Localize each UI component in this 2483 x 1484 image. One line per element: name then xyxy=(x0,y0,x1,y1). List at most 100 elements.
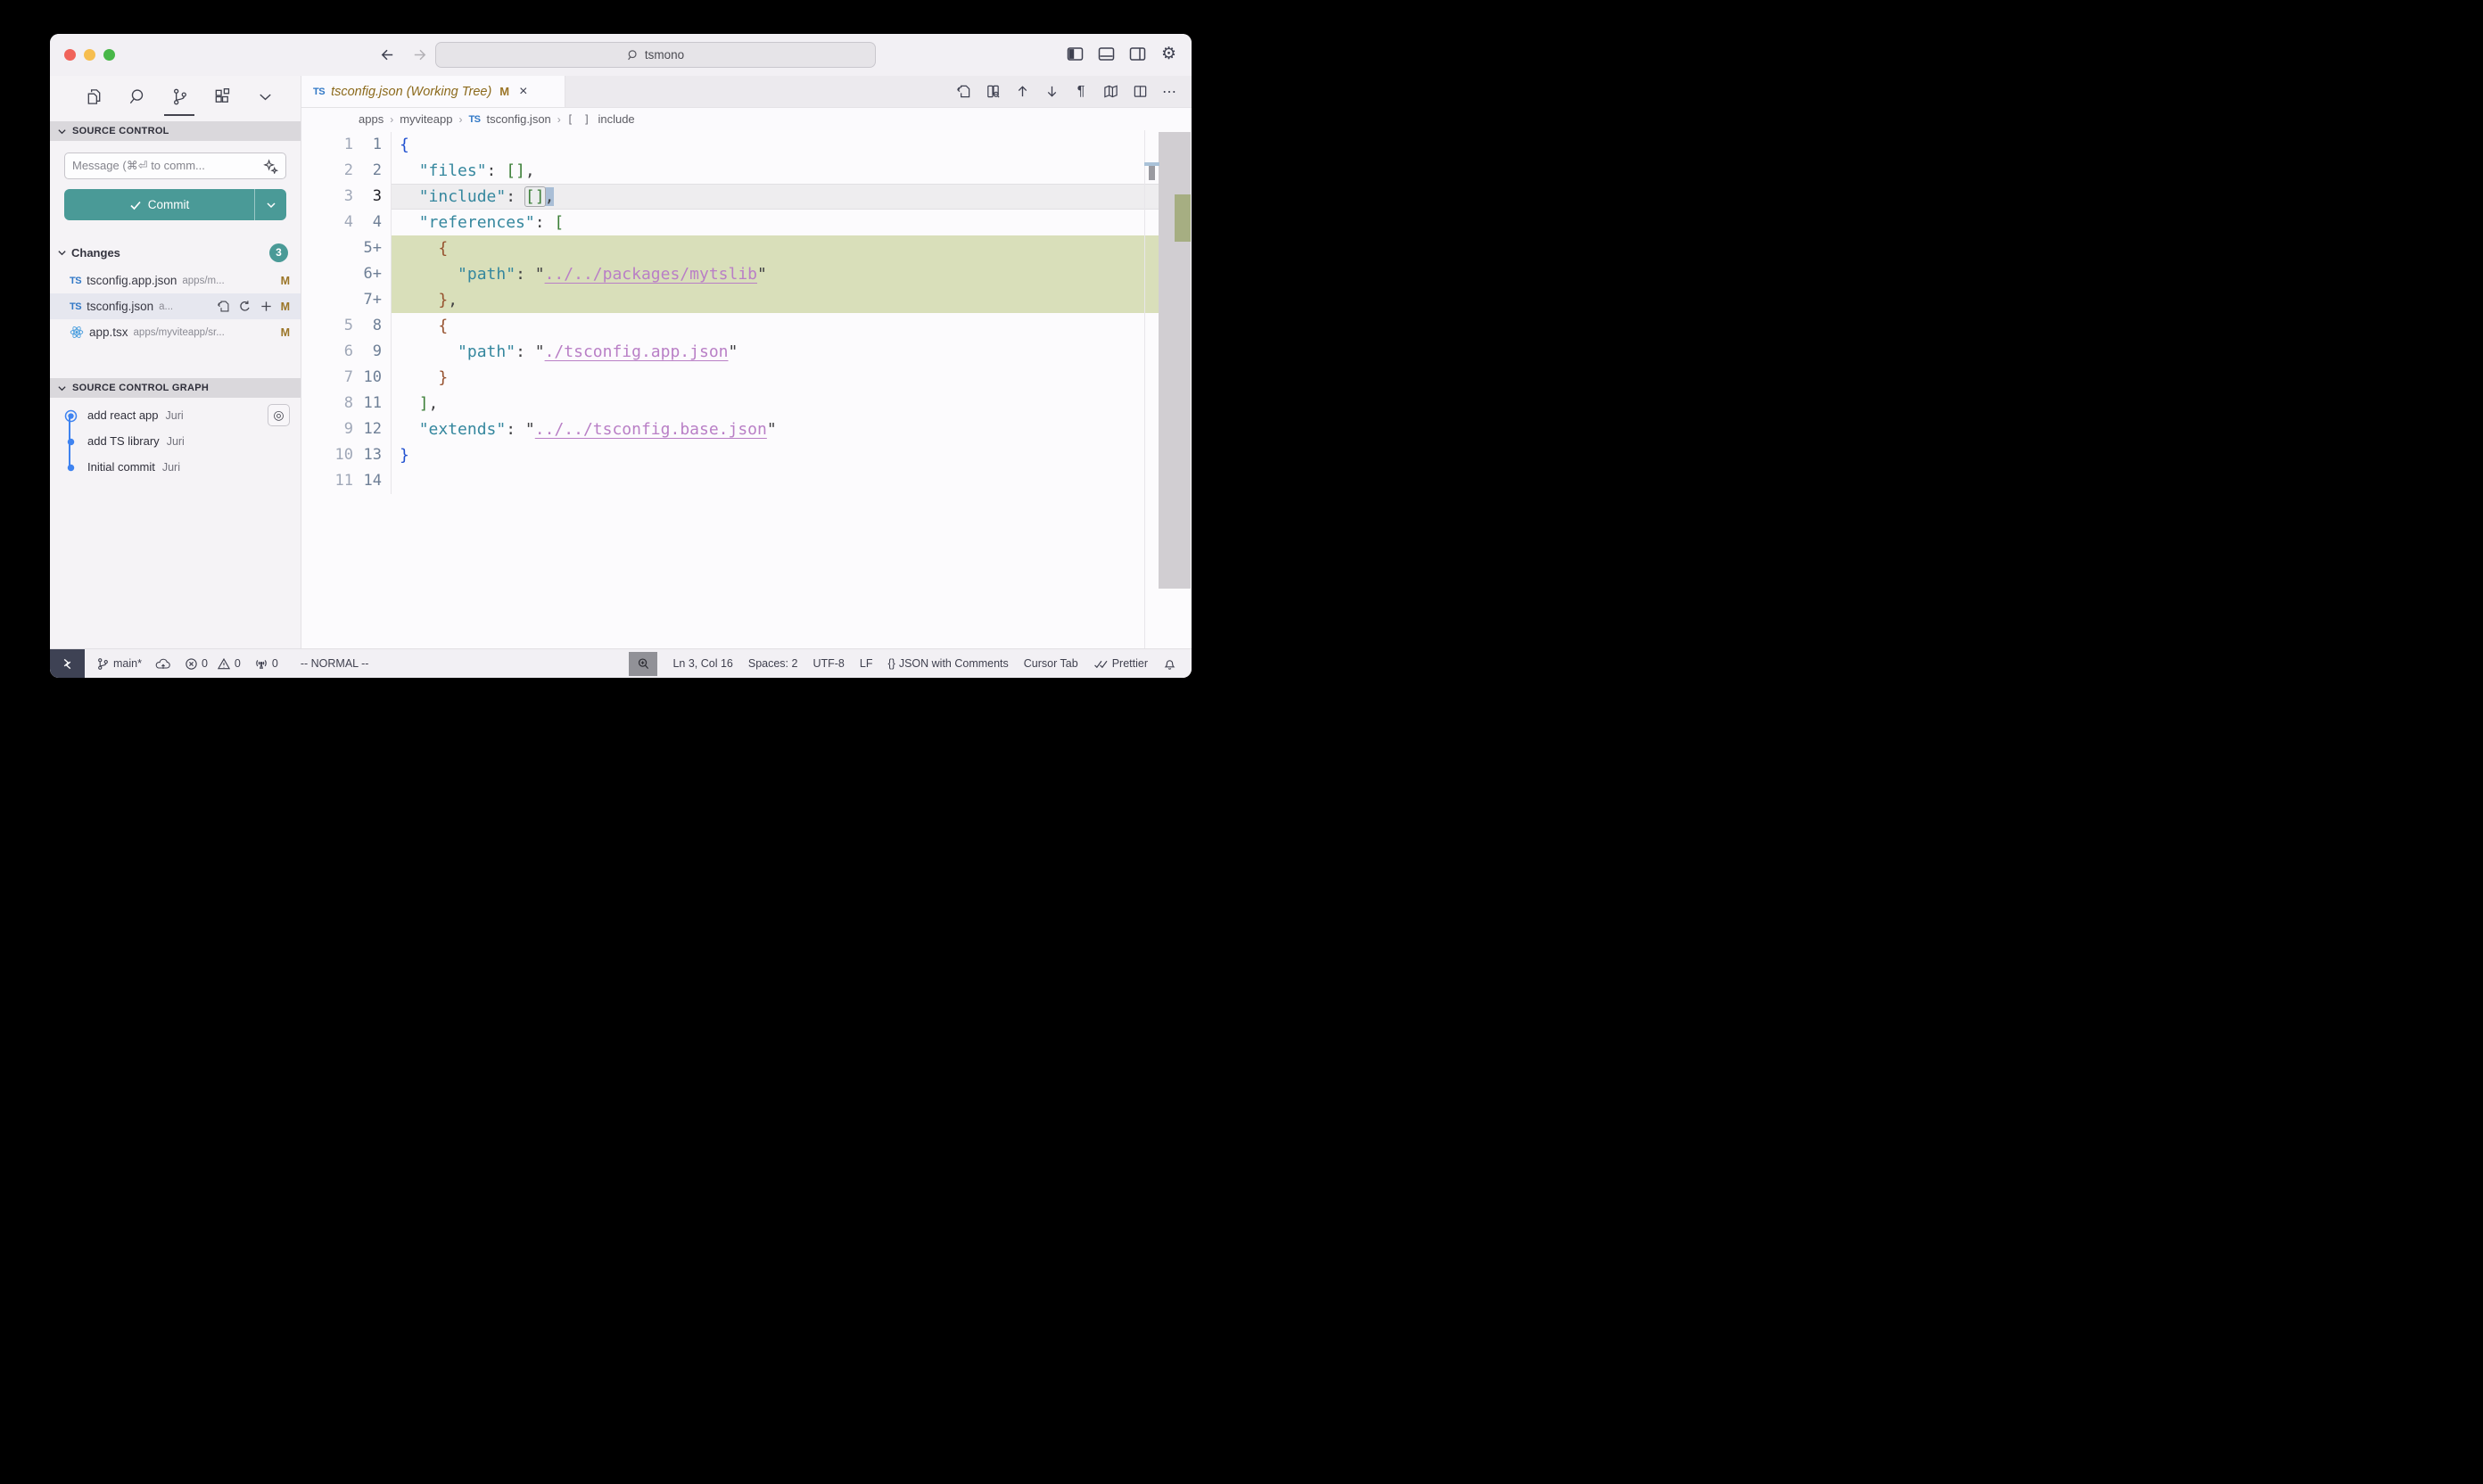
goto-head-button[interactable]: ◎ xyxy=(268,404,290,426)
modified-line-number: 14 xyxy=(353,468,384,494)
changes-header[interactable]: Changes 3 xyxy=(50,241,301,264)
remote-indicator[interactable] xyxy=(50,649,85,679)
zoom-in-icon xyxy=(637,657,650,671)
open-changes-icon[interactable] xyxy=(985,84,1001,100)
modified-line-number: 6+ xyxy=(353,261,384,287)
code-line[interactable]: 811 ], xyxy=(301,391,1192,416)
commit-row[interactable]: Initial commitJuri xyxy=(50,454,301,480)
indentation-status[interactable]: Spaces: 2 xyxy=(748,657,798,670)
breadcrumb-item-tsconfig[interactable]: tsconfig.json xyxy=(487,112,551,126)
language-mode[interactable]: {} JSON with Comments xyxy=(887,657,1008,670)
code-line[interactable]: 1013} xyxy=(301,442,1192,468)
close-icon[interactable]: × xyxy=(519,84,527,100)
modified-line-number: 13 xyxy=(353,442,384,468)
whitespace-icon[interactable]: ¶ xyxy=(1073,84,1089,100)
encoding-status[interactable]: UTF-8 xyxy=(813,657,844,670)
activity-bar xyxy=(50,76,301,118)
toggle-primary-sidebar-icon[interactable] xyxy=(1067,45,1084,62)
stage-icon[interactable] xyxy=(260,300,273,313)
toggle-panel-icon[interactable] xyxy=(1098,45,1115,62)
breadcrumb-item-myviteapp[interactable]: myviteapp xyxy=(400,112,452,126)
map-icon[interactable] xyxy=(1102,84,1118,100)
changed-file-row[interactable]: TStsconfig.jsona...M xyxy=(50,293,301,319)
diff-editor[interactable]: 11{22 "files": [],33 "include": [],44 "r… xyxy=(301,130,1192,648)
search-value: tsmono xyxy=(645,48,684,62)
code-line[interactable]: 33 "include": [], xyxy=(301,184,1192,210)
code-line[interactable]: 69 "path": "./tsconfig.app.json" xyxy=(301,339,1192,365)
code-line[interactable]: 22 "files": [], xyxy=(301,158,1192,184)
code-line[interactable]: 5+ { xyxy=(301,235,1192,261)
breadcrumb-item-apps[interactable]: apps xyxy=(359,112,384,126)
cursor-position[interactable]: Ln 3, Col 16 xyxy=(672,657,732,670)
chevron-down-icon[interactable] xyxy=(253,86,276,109)
modified-badge: M xyxy=(281,301,290,313)
zoom-indicator[interactable] xyxy=(629,652,657,676)
commit-author: Juri xyxy=(167,435,185,448)
split-editor-icon[interactable] xyxy=(1132,84,1148,100)
double-check-icon xyxy=(1093,658,1109,670)
commit-button[interactable]: Commit xyxy=(64,189,286,220)
extensions-icon[interactable] xyxy=(210,86,234,109)
commit-row[interactable]: add TS libraryJuri xyxy=(50,428,301,454)
formatter-status[interactable]: Prettier xyxy=(1093,657,1148,670)
overview-added-marker xyxy=(1175,194,1191,242)
next-change-icon[interactable] xyxy=(1044,84,1060,100)
command-center-search[interactable]: tsmono xyxy=(435,42,876,68)
ports-status[interactable]: 0 xyxy=(254,657,278,671)
code-line[interactable]: 912 "extends": "../../tsconfig.base.json… xyxy=(301,416,1192,442)
problems-status[interactable]: 0 0 xyxy=(185,657,241,671)
tab-tsconfig-working-tree[interactable]: TS tsconfig.json (Working Tree) M × xyxy=(301,76,565,107)
close-window-button[interactable] xyxy=(64,49,76,61)
more-actions-icon[interactable]: ⋯ xyxy=(1161,84,1177,100)
typescript-file-icon: TS xyxy=(70,276,81,286)
line-content: ], xyxy=(391,391,1159,416)
added-line-content: }, xyxy=(391,287,1159,313)
forward-icon[interactable] xyxy=(410,45,428,64)
zoom-window-button[interactable] xyxy=(103,49,115,61)
branch-status[interactable]: main* xyxy=(96,657,142,671)
source-control-section-header[interactable]: SOURCE CONTROL xyxy=(50,121,301,141)
sync-status[interactable] xyxy=(155,657,171,671)
array-symbol-icon: [ ] xyxy=(567,113,592,126)
original-line-number xyxy=(301,261,353,287)
back-icon[interactable] xyxy=(378,45,396,64)
code-line[interactable]: 58 { xyxy=(301,313,1192,339)
minimize-window-button[interactable] xyxy=(84,49,95,61)
search-icon[interactable] xyxy=(125,86,148,109)
modified-line-number: 1 xyxy=(353,132,384,158)
code-line[interactable]: 7+ }, xyxy=(301,287,1192,313)
original-line-number xyxy=(301,235,353,261)
eol-status[interactable]: LF xyxy=(860,657,873,670)
code-line[interactable]: 44 "references": [ xyxy=(301,210,1192,235)
vim-mode-indicator[interactable]: -- NORMAL -- xyxy=(301,657,369,670)
toggle-secondary-sidebar-icon[interactable] xyxy=(1129,45,1146,62)
commit-message-input[interactable]: Message (⌘⏎ to comm... xyxy=(64,153,286,179)
notifications-bell-icon[interactable] xyxy=(1163,657,1176,671)
breadcrumb-item-include[interactable]: include xyxy=(598,112,634,126)
commit-row[interactable]: add react appJuri◎ xyxy=(50,402,301,428)
tab-title: tsconfig.json (Working Tree) xyxy=(331,85,491,99)
code-line[interactable]: 6+ "path": "../../packages/mytslib" xyxy=(301,261,1192,287)
source-control-icon[interactable] xyxy=(168,86,191,109)
source-control-graph-header[interactable]: SOURCE CONTROL GRAPH xyxy=(50,378,301,398)
settings-gear-icon[interactable]: ⚙ xyxy=(1160,45,1177,62)
code-line[interactable]: 1114 xyxy=(301,468,1192,494)
code-line[interactable]: 11{ xyxy=(301,132,1192,158)
cursor-tab-status[interactable]: Cursor Tab xyxy=(1024,657,1078,670)
explorer-icon[interactable] xyxy=(82,86,105,109)
chevron-down-icon xyxy=(57,383,67,393)
commit-dropdown-button[interactable] xyxy=(254,189,286,220)
typescript-file-icon: TS xyxy=(70,301,81,312)
original-line-number: 4 xyxy=(301,210,353,235)
previous-change-icon[interactable] xyxy=(1014,84,1030,100)
open-file-icon[interactable] xyxy=(955,84,971,100)
open-file-icon[interactable] xyxy=(217,300,230,313)
changed-file-row[interactable]: TStsconfig.app.jsonapps/m...M xyxy=(50,268,301,293)
chevron-down-icon xyxy=(57,248,67,258)
sparkle-icon[interactable] xyxy=(263,159,278,174)
line-content: { xyxy=(391,313,1159,339)
changed-file-row[interactable]: app.tsxapps/myviteapp/sr...M xyxy=(50,319,301,345)
typescript-file-icon: TS xyxy=(313,87,325,97)
discard-icon[interactable] xyxy=(238,300,252,313)
code-line[interactable]: 710 } xyxy=(301,365,1192,391)
